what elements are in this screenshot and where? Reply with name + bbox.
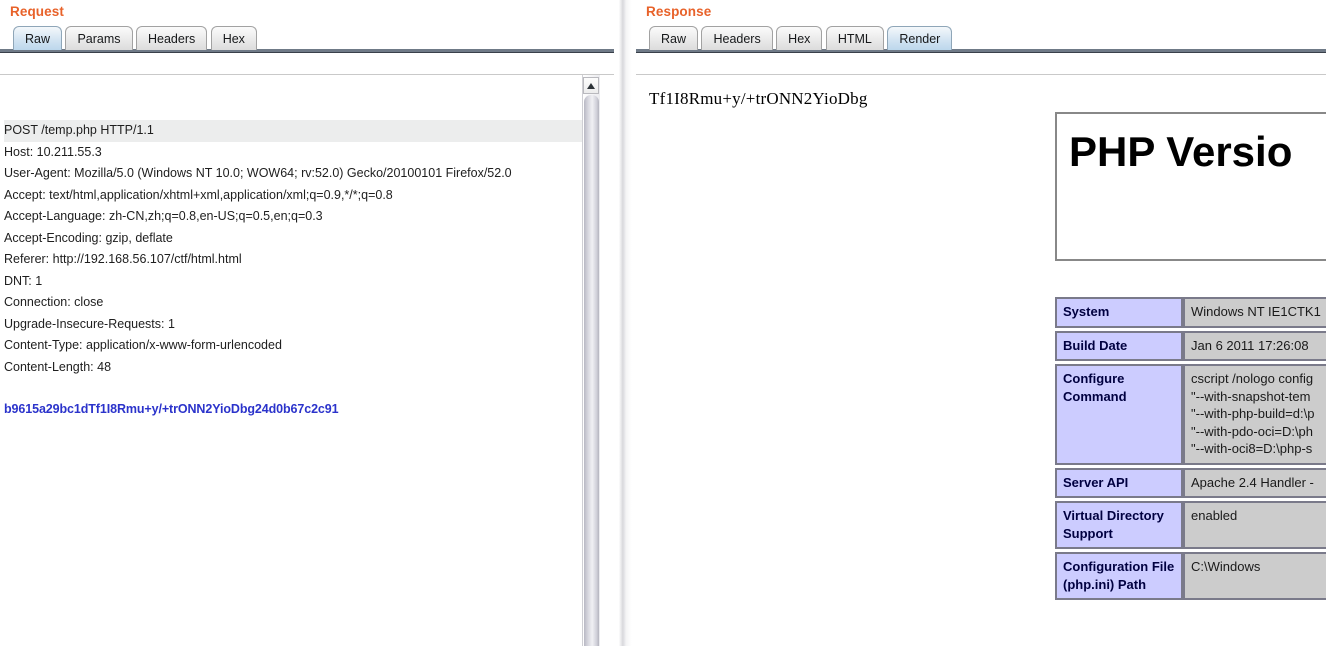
request-start-line: POST /temp.php HTTP/1.1 [4, 120, 585, 142]
table-row: Configure Command cscript /nologo config… [1055, 364, 1326, 465]
request-panel: Request Raw Params Headers Hex POST /tem… [0, 0, 614, 646]
panel-splitter[interactable] [614, 0, 636, 646]
table-row: Build Date Jan 6 2011 17:26:08 [1055, 330, 1326, 361]
tab-response-html[interactable]: HTML [825, 26, 884, 50]
table-cell-key: System [1055, 297, 1183, 328]
phpinfo-block: PHP Versio System Windows NT IE1CTK1 Bui… [1055, 112, 1326, 603]
request-body-text: b9615a29bc1dTf1I8Rmu+y/+trONN2YioDbg24d0… [4, 402, 339, 416]
table-cell-key: Configuration File (php.ini) Path [1055, 552, 1183, 600]
triangle-up-glyph [587, 83, 595, 89]
response-render-view: Tf1I8Rmu+y/+trONN2YioDbg PHP Versio Syst… [636, 74, 1326, 646]
request-tab-strip: Raw Params Headers Hex [0, 26, 614, 53]
tab-request-headers[interactable]: Headers [136, 26, 208, 50]
scroll-up-arrow-icon[interactable] [583, 77, 599, 94]
table-cell-key: Build Date [1055, 330, 1183, 361]
php-version-heading: PHP Versio [1069, 128, 1293, 175]
phpinfo-table-body: System Windows NT IE1CTK1 Build Date Jan… [1055, 297, 1326, 600]
tab-response-hex[interactable]: Hex [776, 26, 823, 50]
request-raw-text[interactable]: POST /temp.php HTTP/1.1 Host: 10.211.55.3… [0, 75, 585, 464]
tab-request-hex[interactable]: Hex [210, 26, 257, 50]
table-cell-value: Apache 2.4 Handler - [1183, 467, 1326, 498]
table-row: Configuration File (php.ini) Path C:\Win… [1055, 552, 1326, 600]
table-row: System Windows NT IE1CTK1 [1055, 297, 1326, 328]
tab-response-raw[interactable]: Raw [649, 26, 699, 50]
phpinfo-table: System Windows NT IE1CTK1 Build Date Jan… [1055, 294, 1326, 603]
table-cell-key: Virtual Directory Support [1055, 501, 1183, 549]
request-right-gutter [600, 75, 614, 646]
request-vertical-scrollbar[interactable] [582, 75, 600, 646]
tab-response-headers[interactable]: Headers [701, 26, 773, 50]
request-headers-text: Host: 10.211.55.3 User-Agent: Mozilla/5.… [4, 144, 512, 374]
table-cell-value: cscript /nologo config "--with-snapshot-… [1183, 364, 1326, 465]
table-cell-value: Windows NT IE1CTK1 [1183, 297, 1326, 328]
response-tab-strip: Raw Headers Hex HTML Render [636, 26, 1326, 53]
request-panel-title: Request [10, 4, 64, 19]
table-row: Server API Apache 2.4 Handler - [1055, 467, 1326, 498]
request-blank-line [4, 378, 585, 399]
response-panel: Response Raw Headers Hex HTML Render Tf1… [636, 0, 1326, 646]
request-message-editor[interactable]: POST /temp.php HTTP/1.1 Host: 10.211.55.3… [0, 74, 614, 646]
table-cell-key: Server API [1055, 467, 1183, 498]
table-row: Virtual Directory Support enabled [1055, 501, 1326, 549]
tab-request-raw[interactable]: Raw [13, 26, 63, 50]
rendered-hash-text: Tf1I8Rmu+y/+trONN2YioDbg [649, 89, 868, 108]
tab-request-params[interactable]: Params [65, 26, 133, 50]
table-cell-value: Jan 6 2011 17:26:08 [1183, 330, 1326, 361]
table-cell-key: Configure Command [1055, 364, 1183, 465]
php-version-banner: PHP Versio [1055, 112, 1326, 261]
scrollbar-thumb[interactable] [584, 95, 599, 646]
table-cell-value: enabled [1183, 501, 1326, 549]
response-panel-title: Response [646, 4, 712, 19]
table-cell-value: C:\Windows [1183, 552, 1326, 600]
tab-response-render[interactable]: Render [887, 26, 953, 50]
